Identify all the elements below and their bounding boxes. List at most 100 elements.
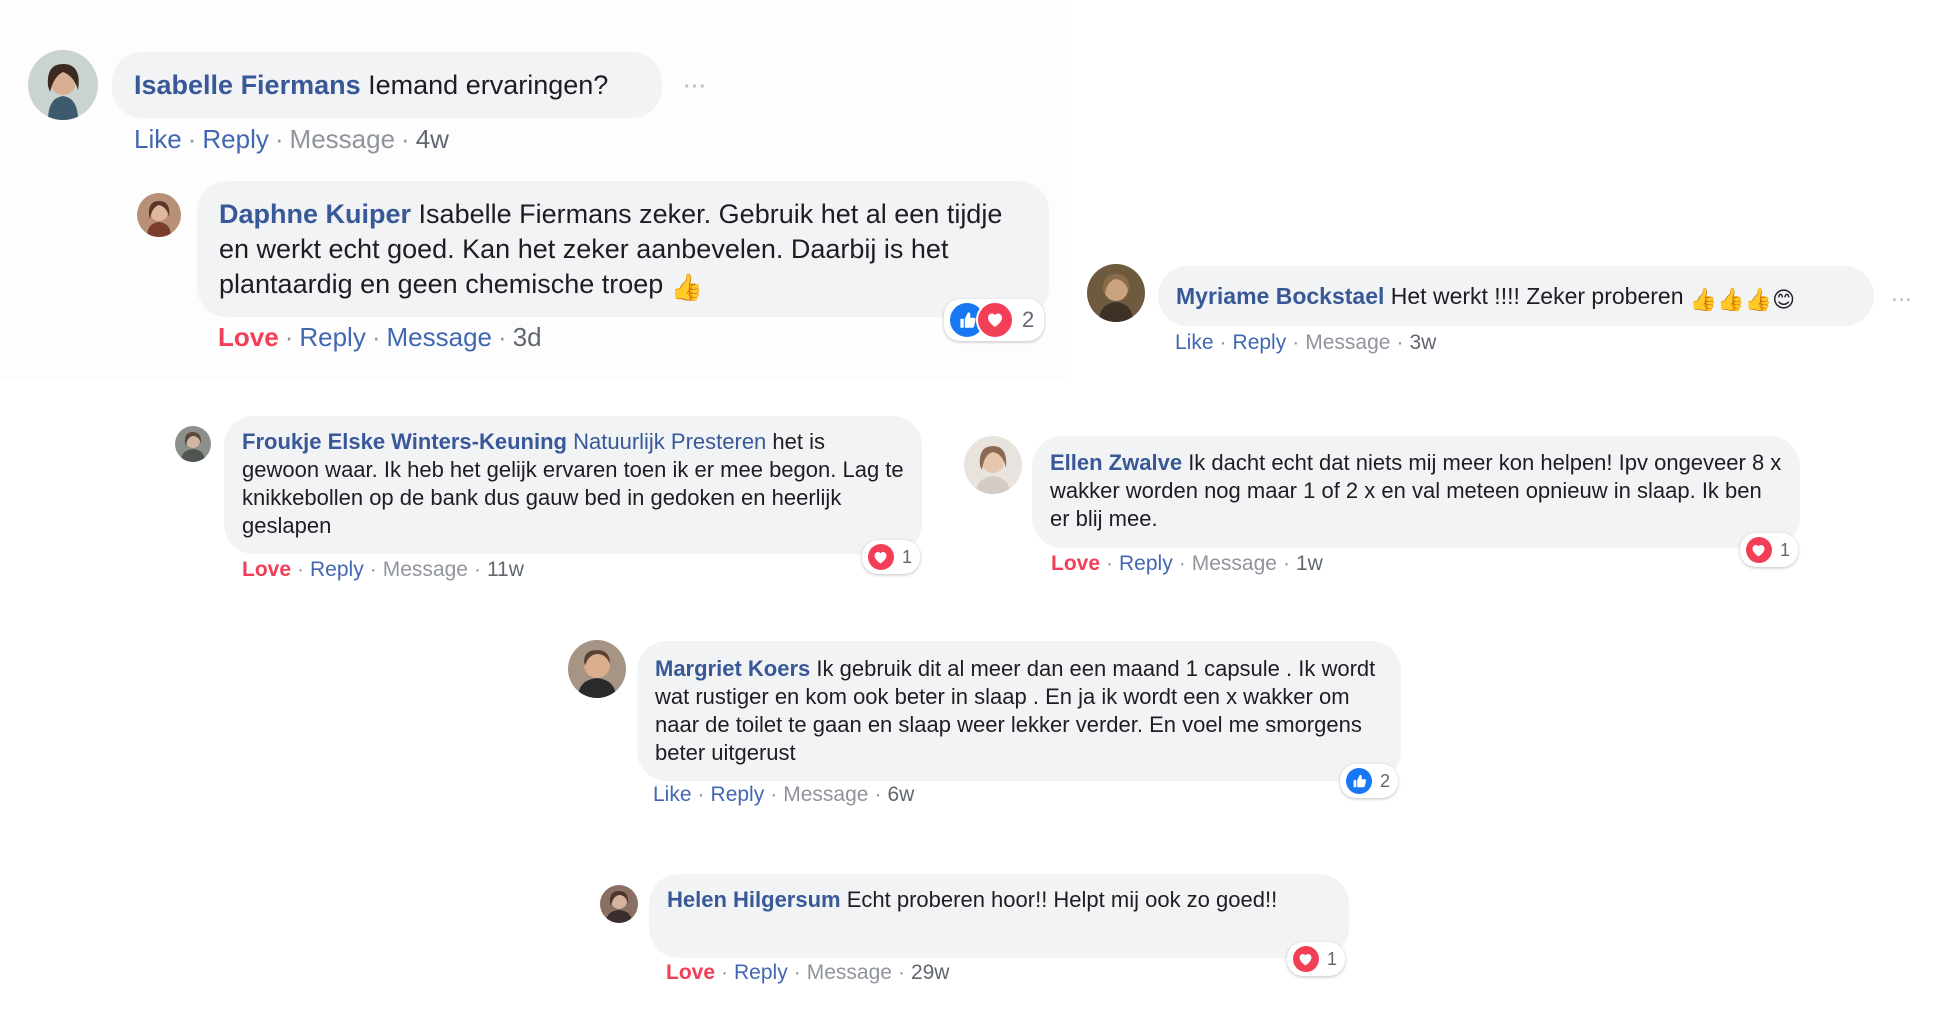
- separator: ·: [697, 783, 705, 806]
- separator: ·: [793, 961, 801, 984]
- comment-text: Het werkt !!!! Zeker proberen: [1390, 283, 1684, 309]
- timestamp[interactable]: 29w: [911, 961, 950, 984]
- comment-text: Iemand ervaringen?: [368, 70, 609, 100]
- separator: ·: [1106, 552, 1114, 575]
- like-reaction-icon: [1344, 766, 1374, 796]
- avatar[interactable]: [28, 50, 98, 120]
- timestamp[interactable]: 4w: [416, 124, 449, 154]
- reaction-count: 2: [1022, 307, 1035, 332]
- comment-actions: Love · Reply · Message · 3d: [218, 322, 542, 353]
- author-name[interactable]: Ellen Zwalve: [1050, 450, 1182, 475]
- separator: ·: [297, 558, 305, 581]
- message-link[interactable]: Message: [290, 124, 396, 154]
- love-reaction-icon: [866, 542, 896, 572]
- more-options-icon[interactable]: ···: [684, 76, 707, 99]
- reaction-summary[interactable]: 1: [862, 540, 920, 574]
- love-link[interactable]: Love: [1051, 552, 1100, 575]
- comment-text: Echt proberen hoor!! Helpt mij ook zo go…: [846, 887, 1278, 912]
- comment-actions: Like · Reply · Message · 4w: [134, 124, 449, 155]
- separator: ·: [274, 124, 284, 154]
- reaction-count: 1: [901, 546, 912, 567]
- love-reaction-icon: [976, 301, 1014, 339]
- reaction-summary[interactable]: 2: [944, 299, 1044, 341]
- author-name[interactable]: Daphne Kuiper: [219, 199, 411, 229]
- separator: ·: [721, 961, 729, 984]
- separator: ·: [401, 124, 410, 154]
- author-name[interactable]: Helen Hilgersum: [667, 887, 841, 912]
- comment-bubble: Froukje Elske Winters-Keuning Natuurlijk…: [224, 416, 922, 554]
- reply-link[interactable]: Reply: [711, 783, 765, 806]
- reaction-summary[interactable]: 2: [1340, 764, 1398, 798]
- comment-bubble: Helen Hilgersum Echt proberen hoor!! Hel…: [649, 874, 1349, 958]
- comment-actions: Like · Reply · Message · 6w: [653, 783, 914, 807]
- reply-link[interactable]: Reply: [202, 124, 268, 154]
- avatar[interactable]: [1087, 264, 1145, 322]
- more-options-icon[interactable]: ···: [1892, 290, 1913, 311]
- separator: ·: [498, 322, 507, 352]
- avatar[interactable]: [600, 885, 638, 923]
- message-link[interactable]: Message: [383, 558, 468, 581]
- reply-link[interactable]: Reply: [734, 961, 788, 984]
- separator: ·: [1396, 331, 1404, 354]
- profile-photo-icon: [964, 436, 1022, 494]
- reaction-summary[interactable]: 1: [1740, 533, 1798, 567]
- profile-photo-icon: [1087, 264, 1145, 322]
- reply-link[interactable]: Reply: [299, 322, 365, 352]
- thumbs-up-emoji-icon: 👍👍👍😊: [1689, 287, 1796, 312]
- separator: ·: [284, 322, 294, 352]
- message-link[interactable]: Message: [807, 961, 892, 984]
- separator: ·: [1178, 552, 1186, 575]
- profile-photo-icon: [175, 426, 211, 462]
- reply-link[interactable]: Reply: [310, 558, 364, 581]
- timestamp[interactable]: 3w: [1409, 331, 1436, 354]
- reply-link[interactable]: Reply: [1233, 331, 1287, 354]
- reaction-summary[interactable]: 1: [1287, 942, 1345, 976]
- avatar[interactable]: [137, 193, 181, 237]
- separator: ·: [473, 558, 481, 581]
- comment-bubble: Isabelle Fiermans Iemand ervaringen?: [112, 52, 662, 118]
- reaction-count: 2: [1379, 770, 1390, 791]
- comment-actions: Love · Reply · Message · 29w: [666, 961, 949, 985]
- love-link[interactable]: Love: [218, 322, 279, 352]
- timestamp[interactable]: 1w: [1296, 552, 1323, 575]
- love-link[interactable]: Love: [242, 558, 291, 581]
- timestamp[interactable]: 6w: [887, 783, 914, 806]
- author-name[interactable]: Margriet Koers: [655, 656, 810, 681]
- separator: ·: [897, 961, 905, 984]
- tagged-page-link[interactable]: Natuurlijk Presteren: [573, 429, 766, 454]
- avatar[interactable]: [964, 436, 1022, 494]
- like-link[interactable]: Like: [653, 783, 692, 806]
- separator: ·: [1282, 552, 1290, 575]
- separator: ·: [874, 783, 882, 806]
- love-link[interactable]: Love: [666, 961, 715, 984]
- comment-bubble: Daphne Kuiper Isabelle Fiermans zeker. G…: [197, 181, 1049, 317]
- separator: ·: [371, 322, 381, 352]
- separator: ·: [1292, 331, 1300, 354]
- comment-actions: Love · Reply · Message · 11w: [242, 558, 524, 582]
- message-link[interactable]: Message: [1192, 552, 1277, 575]
- profile-photo-icon: [600, 885, 638, 923]
- reply-link[interactable]: Reply: [1119, 552, 1173, 575]
- comment-bubble: Margriet Koers Ik gebruik dit al meer da…: [637, 641, 1401, 781]
- avatar[interactable]: [175, 426, 211, 462]
- message-link[interactable]: Message: [1305, 331, 1390, 354]
- author-name[interactable]: Froukje Elske Winters-Keuning: [242, 429, 567, 454]
- thumbs-up-emoji-icon: 👍: [670, 272, 704, 302]
- love-reaction-icon: [1744, 535, 1774, 565]
- timestamp[interactable]: 3d: [513, 322, 542, 352]
- avatar[interactable]: [568, 640, 626, 698]
- reaction-count: 1: [1779, 539, 1790, 560]
- like-link[interactable]: Like: [134, 124, 182, 154]
- message-link[interactable]: Message: [387, 322, 493, 352]
- author-name[interactable]: Isabelle Fiermans: [134, 70, 361, 100]
- timestamp[interactable]: 11w: [487, 558, 524, 581]
- message-link[interactable]: Message: [783, 783, 868, 806]
- reaction-count: 1: [1326, 948, 1337, 969]
- love-reaction-icon: [1291, 944, 1321, 974]
- separator: ·: [770, 783, 778, 806]
- profile-photo-icon: [568, 640, 626, 698]
- author-name[interactable]: Myriame Bockstael: [1176, 283, 1384, 309]
- like-link[interactable]: Like: [1175, 331, 1214, 354]
- profile-photo-icon: [137, 193, 181, 237]
- separator: ·: [369, 558, 377, 581]
